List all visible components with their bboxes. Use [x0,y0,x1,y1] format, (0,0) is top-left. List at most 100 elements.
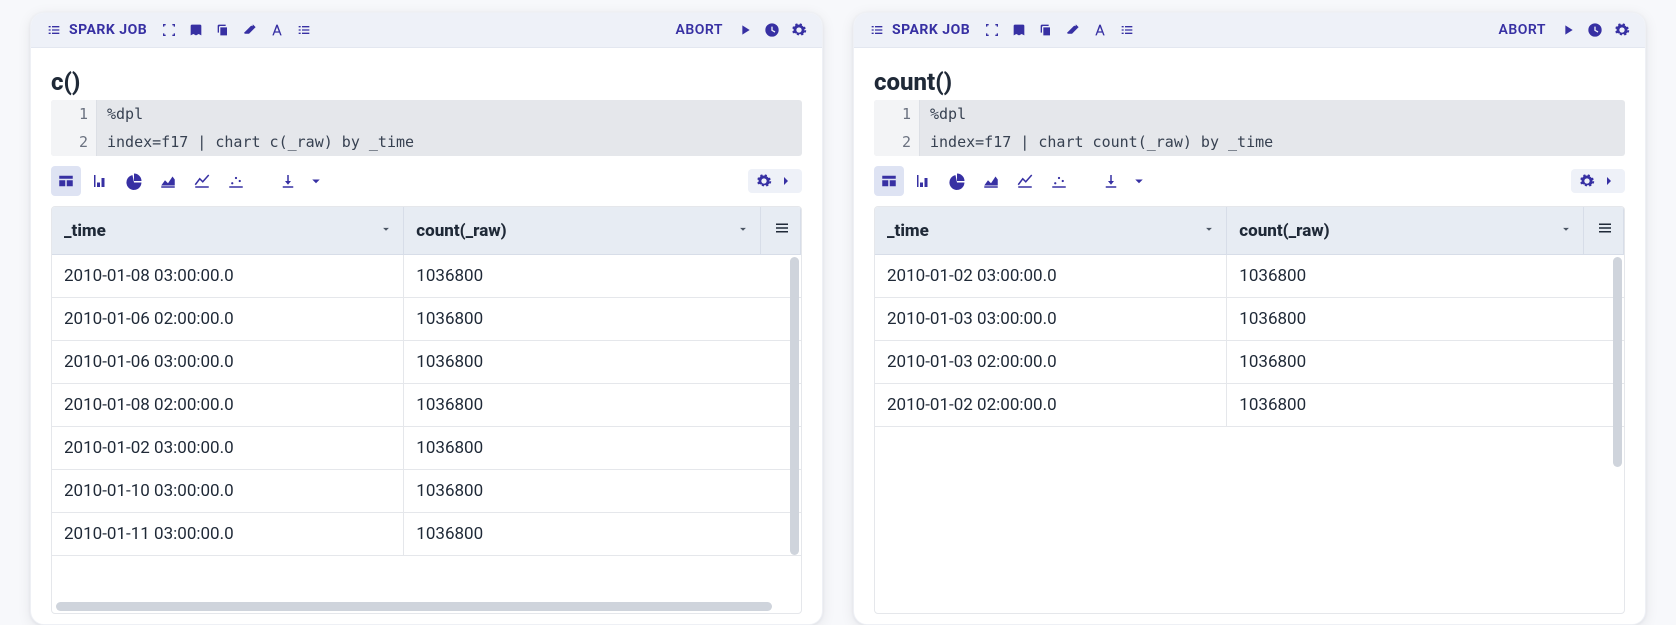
eraser-icon[interactable] [241,21,259,39]
settings-icon[interactable] [790,21,808,39]
cell-title: c() [51,68,802,96]
cell-count: 1036800 [404,470,801,513]
cell-time: 2010-01-06 03:00:00.0 [52,341,404,384]
cell-count: 1036800 [404,384,801,427]
download-caret-icon[interactable] [307,166,325,196]
gear-icon [1579,173,1595,189]
panel-toolbar: SPARK JOB ABORT [31,13,822,48]
result-table-wrap: _time count(_raw) [51,206,802,614]
viz-bar-icon[interactable] [908,166,938,196]
viz-area-icon[interactable] [153,166,183,196]
viz-pie-icon[interactable] [119,166,149,196]
cell-count: 1036800 [404,255,801,298]
table-row: 2010-01-03 02:00:00.01036800 [875,341,1624,384]
table-menu-button[interactable] [761,207,801,255]
column-header-count[interactable]: count(_raw) [1227,207,1584,255]
download-caret-icon[interactable] [1130,166,1148,196]
chevron-down-icon [379,221,393,241]
table-row: 2010-01-02 03:00:00.01036800 [875,255,1624,298]
chevron-down-icon [1202,221,1216,241]
cell-time: 2010-01-11 03:00:00.0 [52,513,404,556]
cell-time: 2010-01-10 03:00:00.0 [52,470,404,513]
download-icon[interactable] [273,166,303,196]
viz-toolbar [874,156,1625,206]
column-header-label: count(_raw) [1239,221,1329,241]
table-row: 2010-01-06 02:00:00.01036800 [52,298,801,341]
viz-area-icon[interactable] [976,166,1006,196]
viz-line-icon[interactable] [187,166,217,196]
copy-icon[interactable] [214,21,232,39]
list-icon[interactable] [1118,21,1136,39]
book-icon[interactable] [187,21,205,39]
viz-table-icon[interactable] [51,166,81,196]
column-header-label: _time [887,221,929,241]
result-settings[interactable] [748,169,802,193]
font-icon[interactable] [1091,21,1109,39]
table-row: 2010-01-11 03:00:00.01036800 [52,513,801,556]
chevron-down-icon [736,221,750,241]
code-line: %dpl [97,100,802,128]
result-settings[interactable] [1571,169,1625,193]
table-row: 2010-01-08 03:00:00.01036800 [52,255,801,298]
abort-button[interactable]: ABORT [1499,22,1546,38]
code-line: %dpl [920,100,1625,128]
viz-bar-icon[interactable] [85,166,115,196]
spark-job-text: SPARK JOB [892,22,970,38]
table-row: 2010-01-02 03:00:00.01036800 [52,427,801,470]
run-icon[interactable] [1559,21,1577,39]
book-icon[interactable] [1010,21,1028,39]
column-header-label: count(_raw) [416,221,506,241]
cell-count: 1036800 [1227,341,1624,384]
spark-job-label: SPARK JOB [868,21,970,39]
collapse-icon[interactable] [160,21,178,39]
column-header-time[interactable]: _time [52,207,404,255]
column-header-count[interactable]: count(_raw) [404,207,761,255]
line-number: 2 [51,128,97,156]
code-block[interactable]: 1 %dpl 2 index=f17 | chart c(_raw) by _t… [51,100,802,156]
schedule-icon[interactable] [763,21,781,39]
viz-scatter-icon[interactable] [1044,166,1074,196]
cell-count: 1036800 [404,513,801,556]
download-icon[interactable] [1096,166,1126,196]
code-line: index=f17 | chart c(_raw) by _time [97,128,802,156]
cell-count: 1036800 [404,298,801,341]
viz-line-icon[interactable] [1010,166,1040,196]
settings-icon[interactable] [1613,21,1631,39]
collapse-icon[interactable] [983,21,1001,39]
result-table: _time count(_raw) [52,207,801,556]
code-block[interactable]: 1 %dpl 2 index=f17 | chart count(_raw) b… [874,100,1625,156]
cell-count: 1036800 [404,427,801,470]
app-canvas: SPARK JOB ABORT c() 1 %dpl 2 index=f17 |… [0,0,1676,625]
cell-time: 2010-01-06 02:00:00.0 [52,298,404,341]
list-icon[interactable] [295,21,313,39]
cell-time: 2010-01-02 03:00:00.0 [875,255,1227,298]
vertical-scrollbar[interactable] [1613,257,1622,607]
viz-pie-icon[interactable] [942,166,972,196]
table-row: 2010-01-03 03:00:00.01036800 [875,298,1624,341]
spark-icon [868,21,886,39]
column-header-time[interactable]: _time [875,207,1227,255]
cell-time: 2010-01-08 03:00:00.0 [52,255,404,298]
cell-count: 1036800 [1227,255,1624,298]
table-menu-button[interactable] [1584,207,1624,255]
cell-title: count() [874,68,1625,96]
horizontal-scrollbar[interactable] [56,602,787,611]
chevron-right-icon [1601,173,1617,189]
schedule-icon[interactable] [1586,21,1604,39]
cell-time: 2010-01-03 02:00:00.0 [875,341,1227,384]
run-icon[interactable] [736,21,754,39]
copy-icon[interactable] [1037,21,1055,39]
cell-count: 1036800 [1227,384,1624,427]
spark-job-text: SPARK JOB [69,22,147,38]
eraser-icon[interactable] [1064,21,1082,39]
abort-button[interactable]: ABORT [676,22,723,38]
table-row: 2010-01-06 03:00:00.01036800 [52,341,801,384]
column-header-label: _time [64,221,106,241]
panel-left: SPARK JOB ABORT c() 1 %dpl 2 index=f17 |… [30,12,823,625]
font-icon[interactable] [268,21,286,39]
cell-count: 1036800 [1227,298,1624,341]
vertical-scrollbar[interactable] [790,257,799,607]
chevron-right-icon [778,173,794,189]
viz-table-icon[interactable] [874,166,904,196]
viz-scatter-icon[interactable] [221,166,251,196]
